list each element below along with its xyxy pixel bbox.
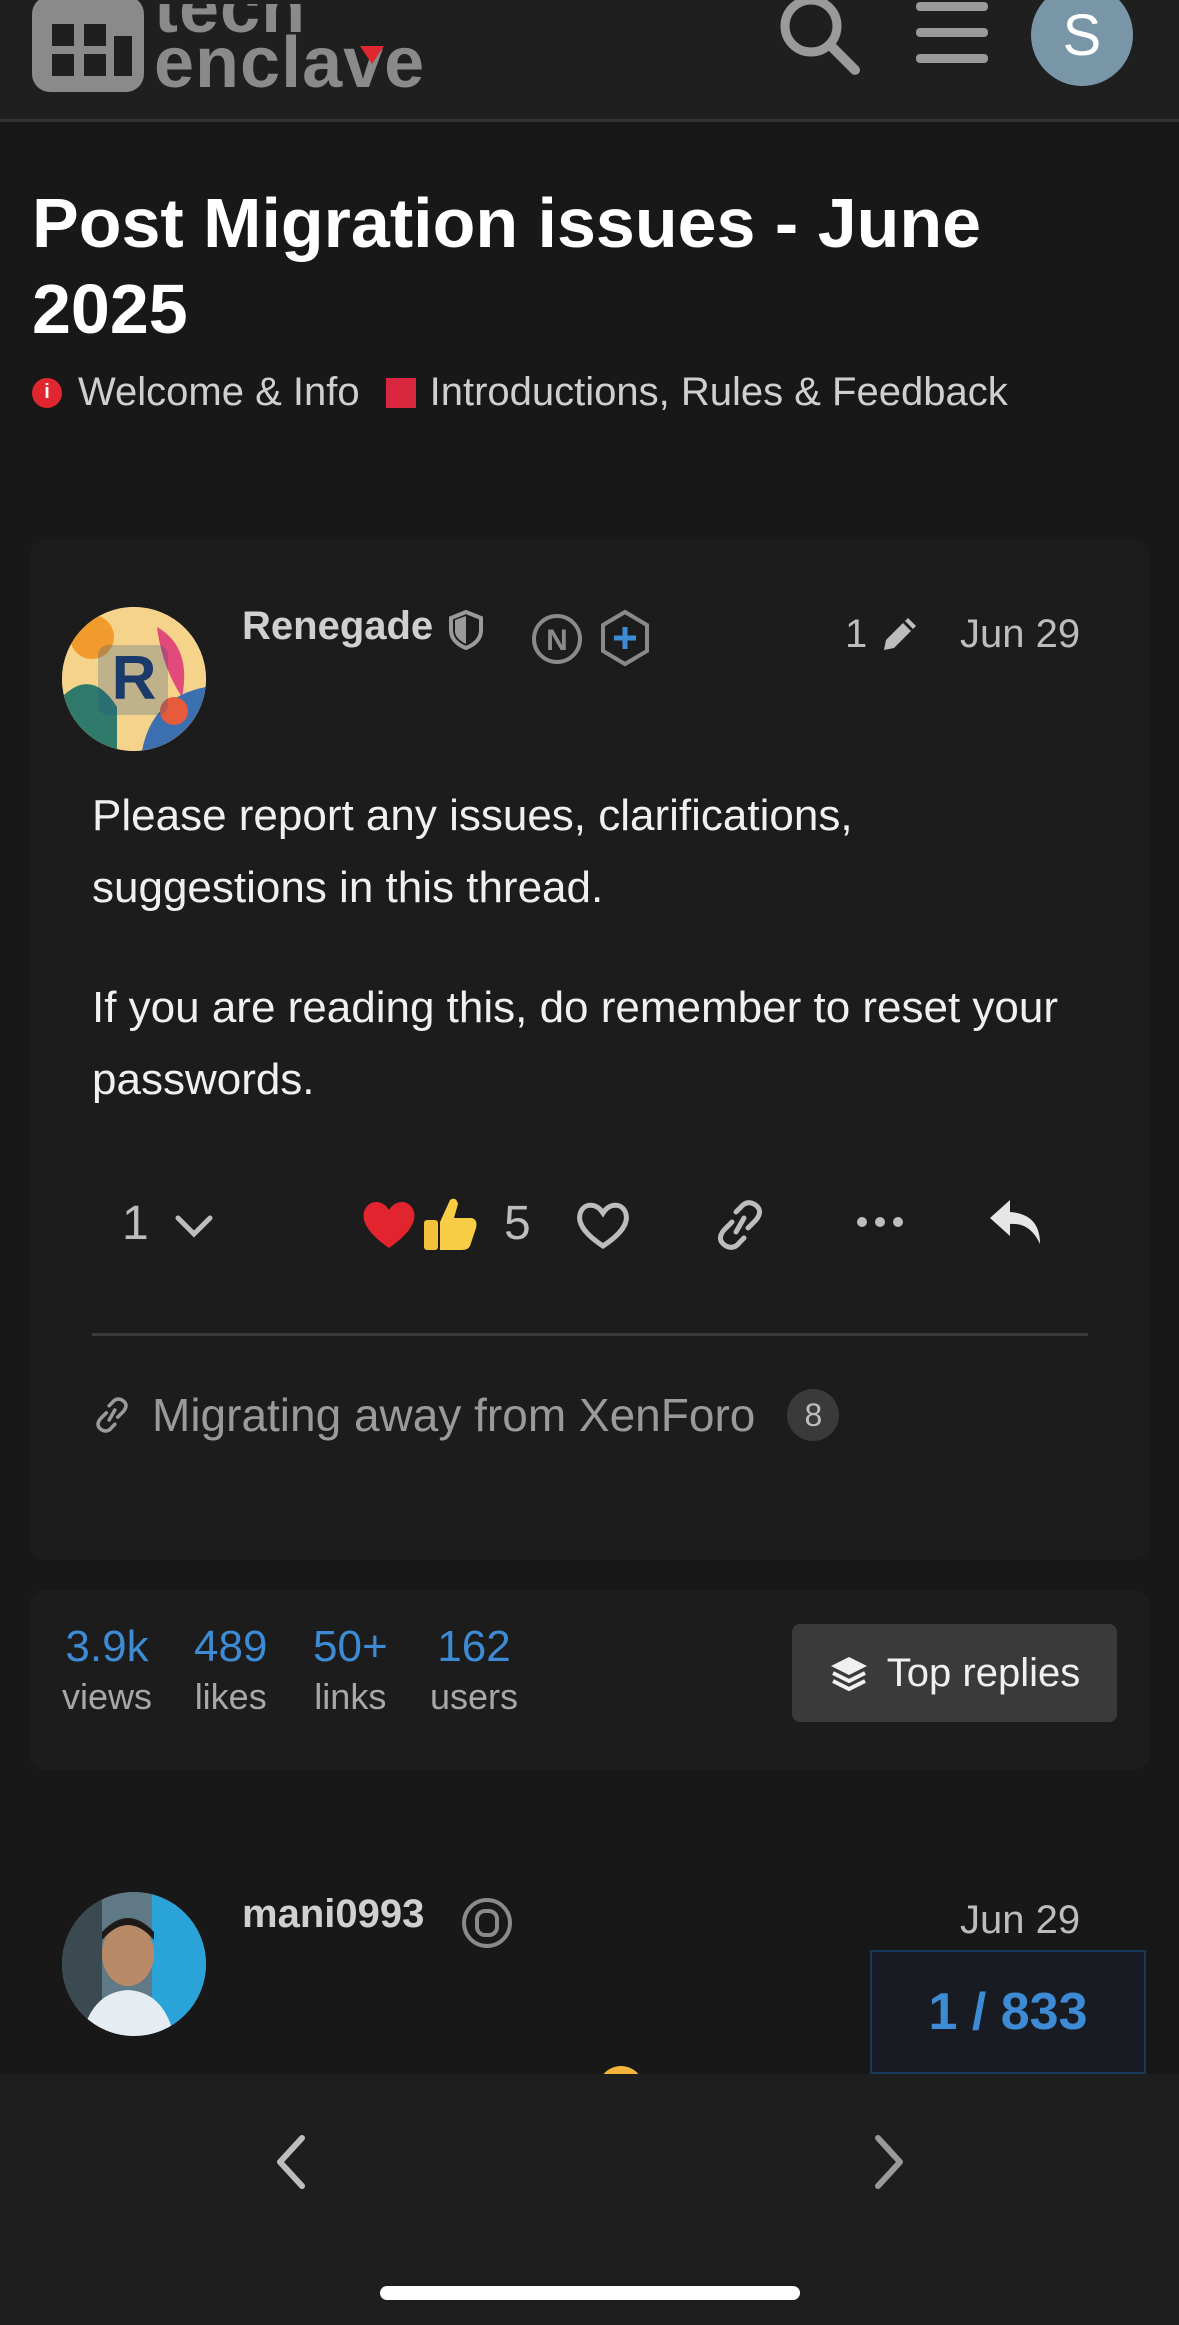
stat-views-label: views [62,1676,153,1717]
category-color-square [385,377,416,408]
search-icon[interactable] [775,0,865,80]
topic-title[interactable]: Post Migration issues - June 2025 [32,180,1142,352]
home-indicator[interactable] [380,2286,800,2300]
logo-text: tech enclave [154,4,426,103]
forward-chevron-icon[interactable] [868,2132,908,2192]
post-paragraph-1: Please report any issues, clarifications… [92,791,853,912]
stat-views[interactable]: 3.9k views [62,1620,152,1720]
category-breadcrumb: i Welcome & Info Introductions, Rules & … [32,370,1008,415]
stat-users-label: users [430,1676,519,1717]
more-options-icon[interactable] [854,1214,906,1230]
linked-topic-title[interactable]: Migrating away from XenForo [152,1388,755,1442]
stat-likes[interactable]: 489 likes [194,1620,267,1720]
chevron-down-icon[interactable] [172,1210,216,1240]
stat-users-value: 162 [437,1622,511,1671]
linked-topic[interactable]: Migrating away from XenForo 8 [92,1388,840,1442]
post-username[interactable]: mani0993 [242,1892,424,1937]
linked-topic-count: 8 [787,1389,840,1441]
heart-reaction-icon [363,1201,415,1248]
heart-icon[interactable] [574,1198,632,1250]
avatar-photo [62,1892,206,2036]
user-avatar[interactable]: S [1031,0,1133,86]
avatar[interactable] [62,1892,206,2036]
hamburger-menu-icon[interactable] [912,0,992,70]
site-header: tech enclave S [0,0,1179,122]
stat-links-label: links [314,1676,387,1717]
logo-line2: enclave [154,23,426,103]
stat-likes-label: likes [194,1676,267,1717]
pencil-icon[interactable] [878,612,922,656]
avatar[interactable]: R [62,607,206,751]
stat-views-value: 3.9k [65,1622,149,1671]
post-username[interactable]: Renegade [242,604,433,649]
svg-text:N: N [546,624,568,657]
thumbs-up-reaction-icon [424,1198,477,1250]
badge-d-icon[interactable] [460,1896,514,1950]
shield-icon [449,610,483,650]
layers-icon [830,1657,867,1692]
post-date[interactable]: Jun 29 [960,1898,1080,1943]
post-divider [92,1333,1088,1336]
post-date[interactable]: Jun 29 [960,612,1080,657]
info-icon: i [32,377,62,408]
back-chevron-icon[interactable] [272,2132,312,2192]
link-icon[interactable] [712,1200,768,1250]
top-replies-label: Top replies [886,1650,1081,1695]
stat-likes-value: 489 [194,1622,268,1671]
timeline-progress[interactable]: 1 / 833 [870,1950,1146,2074]
post-paragraph-2: If you are reading this, do remember to … [92,983,1059,1104]
top-replies-button[interactable]: Top replies [792,1624,1117,1722]
logo-accent-triangle [360,46,384,64]
category-link[interactable]: Welcome & Info [78,370,360,415]
stat-users[interactable]: 162 users [430,1620,518,1720]
link-icon [96,1397,128,1433]
logo-mark [32,0,144,92]
edit-count[interactable]: 1 [845,612,867,657]
badge-n-icon[interactable]: N [530,612,584,666]
badge-plus-icon[interactable] [598,609,652,667]
subcategory-link[interactable]: Introductions, Rules & Feedback [430,370,1008,415]
stat-links[interactable]: 50+ links [313,1620,388,1720]
stat-links-value: 50+ [313,1622,388,1671]
reply-icon[interactable] [986,1196,1046,1252]
post-actions: 1 5 [0,1190,1179,1260]
reaction-count[interactable]: 5 [504,1196,531,1251]
avatar-letter: R [112,644,157,713]
reply-count[interactable]: 1 [122,1196,149,1251]
avatar-illustration: R [62,607,206,751]
